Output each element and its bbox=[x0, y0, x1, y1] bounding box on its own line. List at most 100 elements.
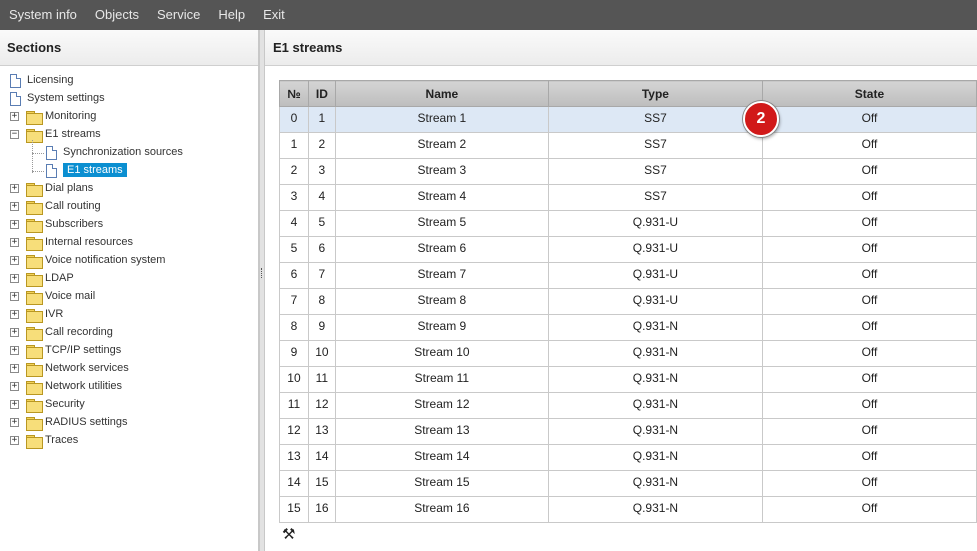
sidebar-item[interactable]: + Security bbox=[0, 396, 258, 414]
table-row[interactable]: 5 6 Stream 6 Q.931-U Off bbox=[279, 236, 977, 263]
sidebar-item-label[interactable]: Call routing bbox=[45, 200, 101, 212]
sidebar-item[interactable]: − E1 streams bbox=[0, 126, 258, 144]
sidebar-item[interactable]: System settings bbox=[0, 90, 258, 108]
menu-exit[interactable]: Exit bbox=[254, 0, 294, 30]
table-row[interactable]: 0 1 Stream 1 SS7 Off bbox=[279, 106, 977, 133]
column-header-id[interactable]: ID bbox=[307, 80, 336, 107]
table-row[interactable]: 15 16 Stream 16 Q.931-N Off bbox=[279, 496, 977, 523]
sidebar-item-label[interactable]: Security bbox=[45, 398, 85, 410]
sidebar-item[interactable]: Licensing bbox=[0, 72, 258, 90]
sidebar-item-label[interactable]: Voice notification system bbox=[45, 254, 165, 266]
sidebar-item-label[interactable]: Monitoring bbox=[45, 110, 96, 122]
tools-icon[interactable]: ⚒ bbox=[282, 525, 300, 543]
sidebar-item-label[interactable]: E1 streams bbox=[63, 163, 127, 177]
expand-icon[interactable]: + bbox=[10, 418, 19, 427]
collapse-icon[interactable]: − bbox=[10, 130, 19, 139]
sidebar-item[interactable]: + Monitoring bbox=[0, 108, 258, 126]
sidebar-item-label[interactable]: E1 streams bbox=[45, 128, 101, 140]
table-row[interactable]: 12 13 Stream 13 Q.931-N Off bbox=[279, 418, 977, 445]
expand-icon[interactable]: + bbox=[10, 436, 19, 445]
expand-icon[interactable]: + bbox=[10, 346, 19, 355]
sidebar-item[interactable]: + Traces bbox=[0, 432, 258, 450]
table-row[interactable]: 13 14 Stream 14 Q.931-N Off bbox=[279, 444, 977, 471]
cell-name: Stream 13 bbox=[334, 418, 549, 445]
expand-icon[interactable]: + bbox=[10, 238, 19, 247]
menu-objects[interactable]: Objects bbox=[86, 0, 148, 30]
sections-title: Sections bbox=[0, 30, 258, 66]
table-row[interactable]: 4 5 Stream 5 Q.931-U Off bbox=[279, 210, 977, 237]
sidebar-item[interactable]: + Internal resources bbox=[0, 234, 258, 252]
table-row[interactable]: 11 12 Stream 12 Q.931-N Off bbox=[279, 392, 977, 419]
step-marker-badge: 2 bbox=[743, 101, 779, 137]
menu-help[interactable]: Help bbox=[209, 0, 254, 30]
table-row[interactable]: 14 15 Stream 15 Q.931-N Off bbox=[279, 470, 977, 497]
sidebar-item-label[interactable]: Dial plans bbox=[45, 182, 93, 194]
table-row[interactable]: 8 9 Stream 9 Q.931-N Off bbox=[279, 314, 977, 341]
sidebar-item[interactable]: + Call recording bbox=[0, 324, 258, 342]
sidebar-item[interactable]: Synchronization sources bbox=[0, 144, 258, 162]
sidebar-item[interactable]: + Network services bbox=[0, 360, 258, 378]
cell-name: Stream 8 bbox=[334, 288, 549, 315]
expand-icon[interactable]: + bbox=[10, 310, 19, 319]
sidebar-item-label[interactable]: Internal resources bbox=[45, 236, 133, 248]
sidebar-item-label[interactable]: Traces bbox=[45, 434, 78, 446]
sidebar-item[interactable]: + LDAP bbox=[0, 270, 258, 288]
sidebar-item[interactable]: + Voice notification system bbox=[0, 252, 258, 270]
column-header-type[interactable]: Type bbox=[547, 80, 763, 107]
column-header-name[interactable]: Name bbox=[334, 80, 549, 107]
expand-icon[interactable]: + bbox=[10, 220, 19, 229]
sidebar-item[interactable]: + Network utilities bbox=[0, 378, 258, 396]
folder-icon bbox=[26, 417, 43, 431]
table-row[interactable]: 9 10 Stream 10 Q.931-N Off bbox=[279, 340, 977, 367]
sidebar-item[interactable]: + RADIUS settings bbox=[0, 414, 258, 432]
cell-state: Off bbox=[761, 236, 977, 263]
expand-icon[interactable]: + bbox=[10, 256, 19, 265]
expand-icon[interactable]: + bbox=[10, 202, 19, 211]
table-row[interactable]: 3 4 Stream 4 SS7 Off bbox=[279, 184, 977, 211]
sidebar-item[interactable]: + IVR bbox=[0, 306, 258, 324]
sidebar-item-label[interactable]: Call recording bbox=[45, 326, 113, 338]
expand-icon[interactable]: + bbox=[10, 112, 19, 121]
sidebar-item[interactable]: + Subscribers bbox=[0, 216, 258, 234]
sidebar-item[interactable]: + Call routing bbox=[0, 198, 258, 216]
column-header-number[interactable]: № bbox=[279, 80, 309, 107]
table-row[interactable]: 10 11 Stream 11 Q.931-N Off bbox=[279, 366, 977, 393]
menu-service[interactable]: Service bbox=[148, 0, 209, 30]
sidebar-item-label[interactable]: Subscribers bbox=[45, 218, 103, 230]
sections-tree: Licensing System settings + Monitoring − E1 s… bbox=[0, 66, 258, 450]
expand-icon[interactable]: + bbox=[10, 382, 19, 391]
expand-icon[interactable]: + bbox=[10, 364, 19, 373]
sidebar-item-label[interactable]: Synchronization sources bbox=[63, 146, 183, 158]
document-icon bbox=[10, 74, 21, 88]
table-row[interactable]: 6 7 Stream 7 Q.931-U Off bbox=[279, 262, 977, 289]
sidebar-item[interactable]: + Voice mail bbox=[0, 288, 258, 306]
sidebar-item-label[interactable]: Licensing bbox=[27, 74, 73, 86]
expand-icon[interactable]: + bbox=[10, 274, 19, 283]
cell-number: 0 bbox=[279, 106, 309, 133]
cell-id: 16 bbox=[307, 496, 336, 523]
sidebar-item-label[interactable]: TCP/IP settings bbox=[45, 344, 121, 356]
expand-icon[interactable]: + bbox=[10, 400, 19, 409]
expand-icon[interactable]: + bbox=[10, 328, 19, 337]
sidebar-item-label[interactable]: Network services bbox=[45, 362, 129, 374]
sidebar-item-label[interactable]: IVR bbox=[45, 308, 63, 320]
cell-name: Stream 15 bbox=[334, 470, 549, 497]
sidebar-item-label[interactable]: RADIUS settings bbox=[45, 416, 128, 428]
sidebar-item-label[interactable]: Voice mail bbox=[45, 290, 95, 302]
column-header-state[interactable]: State bbox=[761, 80, 977, 107]
menu-system-info[interactable]: System info bbox=[0, 0, 86, 30]
sidebar-item-label[interactable]: System settings bbox=[27, 92, 105, 104]
splitter-grip-icon[interactable] bbox=[261, 268, 263, 278]
sidebar-item[interactable]: + TCP/IP settings bbox=[0, 342, 258, 360]
sidebar-item[interactable]: + Dial plans bbox=[0, 180, 258, 198]
cell-name: Stream 2 bbox=[334, 132, 549, 159]
table-row[interactable]: 7 8 Stream 8 Q.931-U Off bbox=[279, 288, 977, 315]
sidebar-item[interactable]: E1 streams bbox=[0, 162, 258, 180]
expand-icon[interactable]: + bbox=[10, 184, 19, 193]
table-row[interactable]: 1 2 Stream 2 SS7 Off bbox=[279, 132, 977, 159]
table-row[interactable]: 2 3 Stream 3 SS7 Off bbox=[279, 158, 977, 185]
folder-icon bbox=[26, 183, 43, 197]
sidebar-item-label[interactable]: Network utilities bbox=[45, 380, 122, 392]
sidebar-item-label[interactable]: LDAP bbox=[45, 272, 74, 284]
expand-icon[interactable]: + bbox=[10, 292, 19, 301]
